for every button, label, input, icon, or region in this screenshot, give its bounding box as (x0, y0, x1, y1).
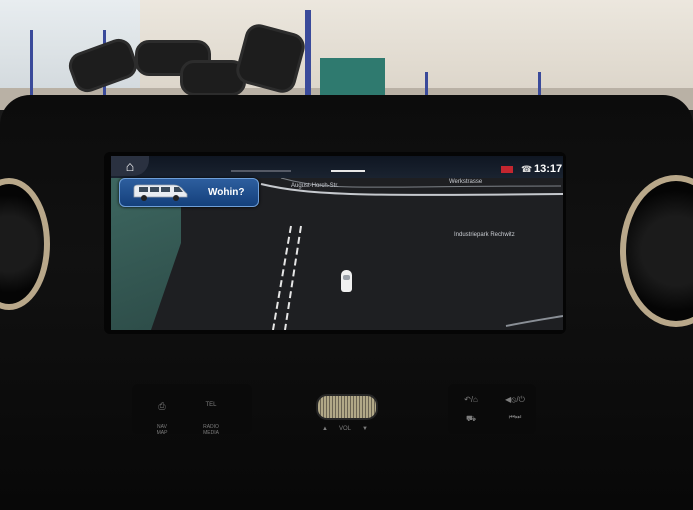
volume-down-icon[interactable]: ▲ (320, 426, 330, 432)
back-home-icon[interactable]: ↶/⌂ (459, 395, 483, 404)
tel-button[interactable]: TEL (199, 402, 223, 408)
volume-knob[interactable] (316, 394, 378, 420)
mute-power-icon[interactable]: ◀⦸/⏻ (500, 395, 530, 405)
road-corner (505, 315, 563, 327)
street-label: Werkstrasse (449, 179, 483, 185)
red-status-badge (501, 166, 513, 173)
volume-up-icon[interactable]: ▼ (360, 426, 370, 432)
rack-post (305, 10, 311, 95)
volume-label: VOL (338, 426, 351, 432)
skip-icon[interactable]: ⏮⏭ (503, 414, 527, 422)
green-cabinet (320, 58, 385, 98)
photo-frame: ⌂ ☎ 13:17 Wohin? August-Horch-Str. Werks… (0, 0, 693, 510)
status-bar (111, 156, 563, 178)
page-indicator (231, 170, 291, 172)
radio-media-button[interactable]: RADIO MEDIA (199, 424, 223, 436)
home-icon: ⌂ (125, 158, 135, 174)
clock: 13:17 (534, 163, 563, 175)
right-control-panel (448, 384, 536, 434)
car-settings-icon[interactable]: ⛟ (462, 414, 480, 424)
van-icon (133, 184, 188, 201)
street-label: August-Horch-Str. (291, 183, 339, 189)
phone-signal-icon: ☎ (521, 164, 533, 174)
area-label: Industriepark Rechwitz (454, 232, 515, 238)
vehicle-position-icon (341, 270, 352, 292)
infotainment-screen[interactable]: ⌂ ☎ 13:17 Wohin? August-Horch-Str. Werks… (111, 156, 563, 330)
nav-map-button[interactable]: NAV MAP (152, 424, 172, 436)
destination-button[interactable]: Wohin? (119, 178, 259, 207)
left-control-panel (132, 384, 252, 434)
camera-icon[interactable]: ⎙ (152, 401, 172, 412)
destination-label: Wohin? (208, 187, 245, 198)
page-indicator-active (331, 170, 365, 172)
